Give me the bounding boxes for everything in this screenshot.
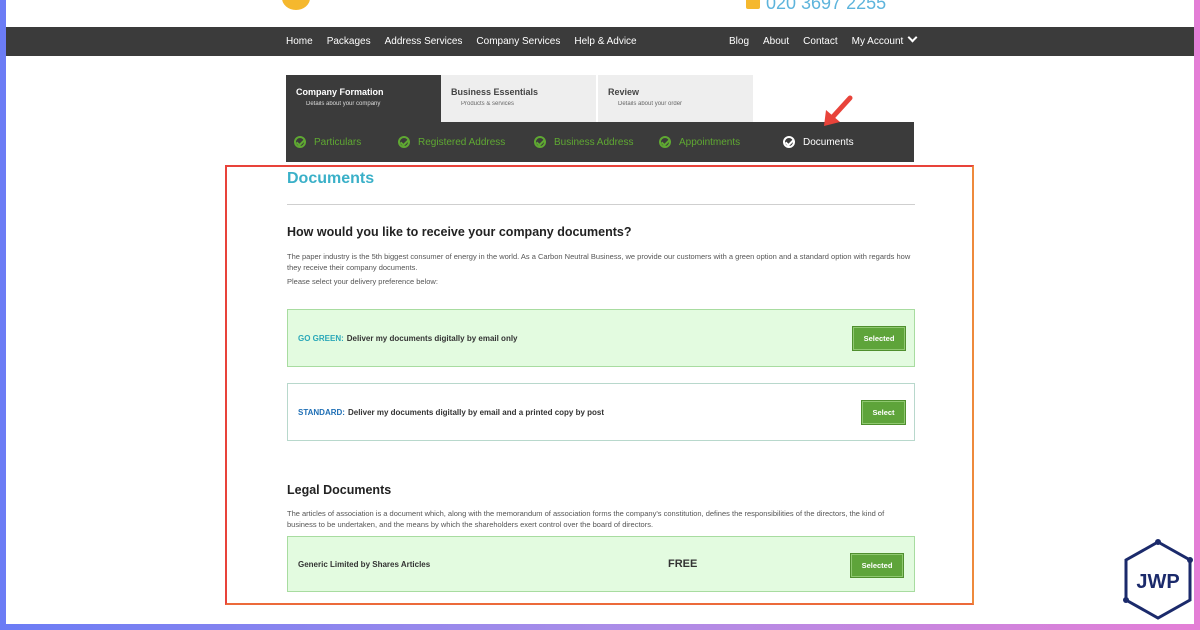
delivery-intro-text: The paper industry is the 5th biggest co… — [287, 252, 911, 272]
wizard-tabs: Company Formation Details about your com… — [286, 75, 755, 122]
nav-about[interactable]: About — [763, 36, 789, 47]
documents-section: Documents How would you like to receive … — [287, 170, 915, 592]
nav-home[interactable]: Home — [286, 36, 313, 47]
phone-number: 020 3697 2255 — [766, 0, 887, 13]
nav-help-advice[interactable]: Help & Advice — [574, 36, 636, 47]
site-logo[interactable] — [282, 0, 310, 10]
delivery-select-prompt: Please select your delivery preference b… — [287, 277, 438, 286]
tab-title: Business Essentials — [451, 87, 539, 97]
step-registered-address[interactable]: Registered Address — [398, 136, 505, 148]
check-circle-icon — [294, 136, 306, 148]
check-circle-icon — [783, 136, 795, 148]
step-documents[interactable]: Documents — [783, 136, 854, 148]
articles-name: Generic Limited by Shares Articles — [298, 559, 431, 569]
articles-price: FREE — [668, 558, 698, 570]
jwp-logo-badge: JWP — [1123, 539, 1193, 620]
option-text: Deliver my documents digitally by email … — [346, 333, 518, 343]
main-nav: Home Packages Address Services Company S… — [6, 27, 1194, 56]
check-circle-icon — [534, 136, 546, 148]
step-business-address[interactable]: Business Address — [534, 136, 634, 148]
nav-address-services[interactable]: Address Services — [385, 36, 463, 47]
tab-business-essentials[interactable]: Business Essentials Products & services — [441, 75, 598, 122]
step-label: Appointments — [679, 136, 741, 148]
option-go-green[interactable]: GO GREEN: Deliver my documents digitally… — [287, 309, 915, 367]
legal-documents-heading: Legal Documents — [287, 483, 392, 497]
nav-left: Home Packages Address Services Company S… — [286, 27, 637, 56]
step-particulars[interactable]: Particulars — [294, 136, 361, 148]
option-standard[interactable]: STANDARD: Deliver my documents digitally… — [287, 383, 915, 441]
standard-select-button[interactable]: Select — [861, 400, 906, 425]
nav-packages[interactable]: Packages — [327, 36, 371, 47]
step-label: Documents — [803, 136, 854, 148]
option-label: GO GREEN: — [298, 333, 344, 343]
check-circle-icon — [398, 136, 410, 148]
nav-contact[interactable]: Contact — [803, 36, 837, 47]
step-label: Business Address — [554, 136, 634, 148]
step-appointments[interactable]: Appointments — [659, 136, 740, 148]
nav-company-services[interactable]: Company Services — [476, 36, 560, 47]
nav-right: Blog About Contact My Account — [729, 27, 918, 56]
legal-documents-text: The articles of association is a documen… — [287, 509, 885, 529]
nav-my-account[interactable]: My Account — [851, 32, 918, 47]
go-green-selected-button[interactable]: Selected — [852, 326, 906, 351]
badge-text: JWP — [1136, 571, 1179, 593]
nav-blog[interactable]: Blog — [729, 36, 749, 47]
articles-item[interactable]: Generic Limited by Shares Articles FREE … — [287, 536, 915, 592]
tab-review[interactable]: Review Details about your order — [598, 75, 755, 122]
step-label: Registered Address — [418, 136, 506, 148]
delivery-question-heading: How would you like to receive your compa… — [287, 225, 632, 239]
title-divider — [287, 204, 915, 205]
chevron-down-icon — [907, 32, 918, 43]
phone-icon — [746, 0, 760, 9]
tab-subtitle: Details about your company — [306, 101, 381, 107]
tab-title: Company Formation — [296, 87, 384, 97]
screenshot-canvas: 020 3697 2255 Home Packages Address Serv… — [6, 0, 1194, 624]
header-phone[interactable]: 020 3697 2255 — [746, 0, 887, 13]
check-circle-icon — [659, 136, 671, 148]
my-account-label: My Account — [851, 36, 904, 47]
tab-subtitle: Products & services — [461, 101, 515, 107]
articles-selected-button[interactable]: Selected — [850, 553, 904, 578]
red-arrow-annotation — [824, 95, 853, 126]
tab-company-formation[interactable]: Company Formation Details about your com… — [286, 75, 441, 122]
tab-subtitle: Details about your order — [618, 101, 683, 107]
option-label: STANDARD: — [298, 407, 345, 417]
step-label: Particulars — [314, 136, 362, 148]
option-text: Deliver my documents digitally by email … — [347, 407, 605, 417]
page-title: Documents — [287, 170, 375, 187]
tab-title: Review — [608, 87, 640, 97]
